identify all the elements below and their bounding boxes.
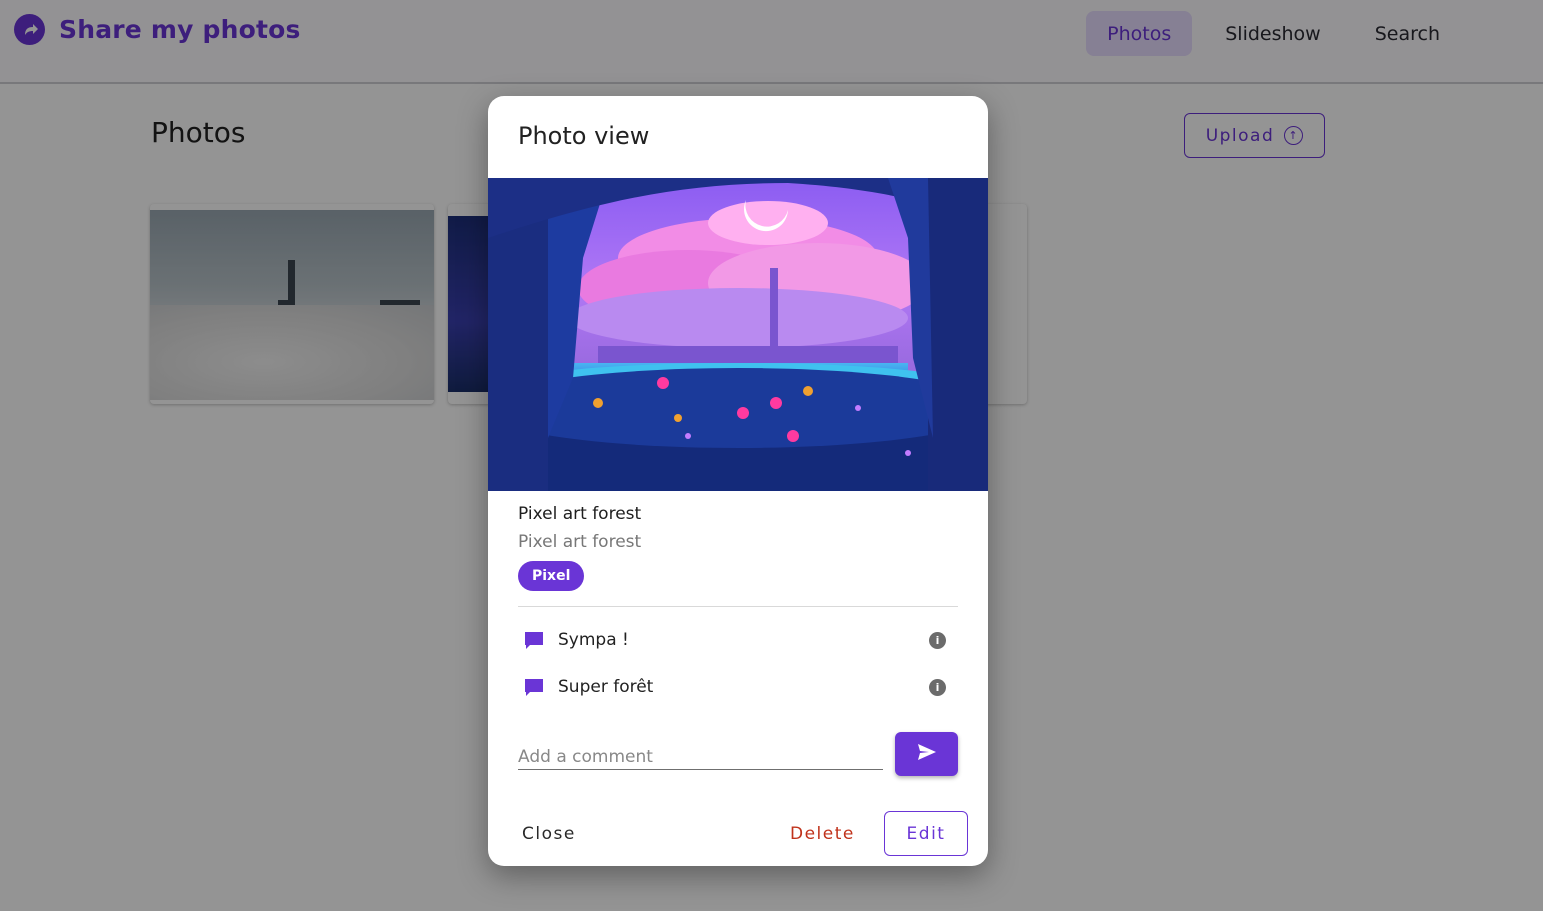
divider xyxy=(518,606,958,607)
info-icon[interactable]: i xyxy=(929,678,946,696)
comment-item: Sympa ! i xyxy=(524,625,958,655)
comment-icon xyxy=(524,678,544,696)
comment-text: Sympa ! xyxy=(558,630,629,650)
comment-icon xyxy=(524,631,544,649)
comment-text: Super forêt xyxy=(558,677,654,697)
photo-title: Pixel art forest xyxy=(518,504,642,524)
photo-description: Pixel art forest xyxy=(518,532,642,552)
dialog-title: Photo view xyxy=(518,122,650,150)
edit-button[interactable]: Edit xyxy=(884,811,968,856)
send-comment-button[interactable] xyxy=(895,732,958,776)
comment-item: Super forêt i xyxy=(524,672,958,702)
photo-dialog: Photo view Pixel art forest Pixel art fo… xyxy=(488,96,988,866)
send-icon xyxy=(917,743,937,765)
delete-button[interactable]: Delete xyxy=(790,824,855,844)
close-button[interactable]: Close xyxy=(522,824,576,844)
photo-image xyxy=(488,178,988,491)
photo-tag-chip[interactable]: Pixel xyxy=(518,561,585,591)
comment-input[interactable] xyxy=(518,742,883,770)
info-icon[interactable]: i xyxy=(929,631,946,649)
